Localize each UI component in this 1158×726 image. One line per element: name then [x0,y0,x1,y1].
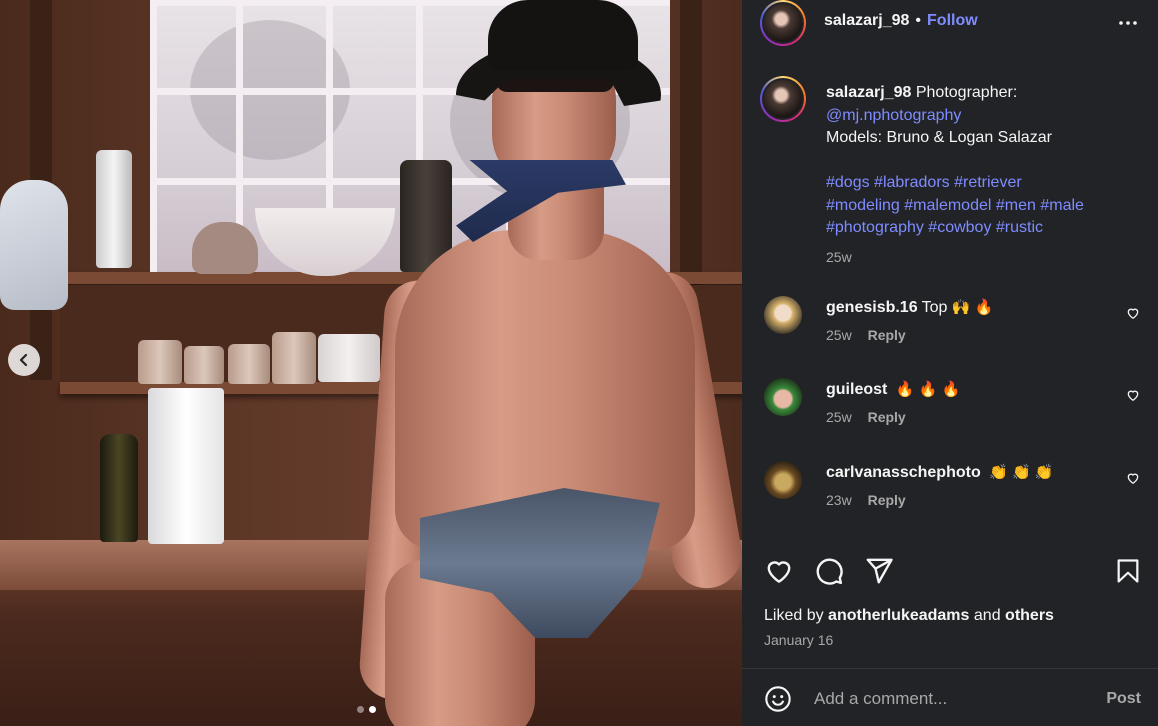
caption-hashtags[interactable]: #photography #cowboy #rustic [826,217,1142,240]
comment-like-button[interactable] [1126,306,1140,325]
liked-by-and: and [973,607,1001,624]
comment-like-button[interactable] [1126,388,1140,407]
post-comment-button[interactable]: Post [1106,690,1141,708]
reply-button[interactable]: Reply [868,492,906,508]
more-horizontal-icon [1119,21,1137,25]
reply-button[interactable]: Reply [868,409,906,425]
photo-paper-towel [148,388,224,544]
caption-models: Models: Bruno & Logan Salazar [826,129,1052,146]
carousel-prev-button[interactable] [8,344,40,376]
comment-emoji: 🔥 🔥 🔥 [895,381,961,398]
post-header: salazarj_98 • Follow [824,12,978,30]
caption-mention-link[interactable]: @mj.nphotography [826,107,961,124]
carousel-dot-active [369,706,376,713]
emoji-button[interactable] [764,685,792,718]
comment-button[interactable] [814,556,844,591]
like-button[interactable] [764,556,794,591]
photo-oven-mitt [0,180,68,310]
chevron-left-icon [19,353,28,367]
post-caption: salazarj_98 Photographer: @mj.nphotograp… [826,82,1142,268]
comment-age: 25w [826,409,852,425]
comment-input[interactable] [814,687,1094,711]
author-avatar[interactable] [760,0,806,46]
send-icon [866,558,893,584]
photo-kettle [192,222,258,274]
post-action-bar [742,552,1158,592]
caption-avatar[interactable] [760,76,806,122]
liked-by-user[interactable]: anotherlukeadams [828,607,969,624]
add-comment-bar: Post [742,669,1158,726]
caption-age: 25w [826,248,852,265]
caption-hashtags[interactable]: #modeling #malemodel #men #male [826,195,1142,218]
commenter-username[interactable]: guileost [826,381,887,398]
photo-jar [138,340,182,384]
more-options-button[interactable] [1118,13,1138,38]
comment-icon [816,558,843,585]
post-date[interactable]: January 16 [764,632,833,648]
save-button[interactable] [1114,556,1142,591]
liked-by-prefix: Liked by [764,607,824,624]
caption-text: Photographer: [915,84,1018,101]
post-photo[interactable] [0,0,742,726]
heart-icon [1127,308,1139,320]
comment-text: Top [921,299,948,316]
post-side-panel: salazarj_98 • Follow salazarj_98 Photogr… [742,0,1158,726]
liked-by-others[interactable]: others [1005,607,1054,624]
emoji-icon [765,686,791,712]
bookmark-icon [1117,559,1139,583]
photo-jar [184,346,224,384]
commenter-username[interactable]: carlvanasschephoto [826,464,981,481]
header-separator: • [915,12,922,29]
photo-cowboy-hat-crown [488,0,638,70]
photo-oil-bottle [100,434,138,542]
reply-button[interactable]: Reply [868,327,906,343]
photo-jar [228,344,270,384]
commenter-avatar[interactable] [764,378,802,416]
comment-emoji: 🙌 🔥 [951,299,994,316]
heart-icon [1127,473,1139,485]
comment-age: 23w [826,492,852,508]
caption-hashtags[interactable]: #dogs #labradors #retriever [826,172,1142,195]
commenter-username[interactable]: genesisb.16 [826,299,918,316]
carousel-dot [357,706,364,713]
commenter-avatar[interactable] [764,461,802,499]
comment-like-button[interactable] [1126,471,1140,490]
comment-emoji: 👏 👏 👏 [989,464,1054,481]
commenter-avatar[interactable] [764,296,802,334]
carousel-indicator [357,706,376,713]
photo-bottle [96,150,132,268]
photo-jar [272,332,316,384]
heart-icon [767,561,791,583]
heart-icon [1127,390,1139,402]
author-username[interactable]: salazarj_98 [824,12,909,30]
follow-button[interactable]: Follow [927,12,978,30]
photo-bowl-stack [318,334,380,382]
caption-username[interactable]: salazarj_98 [826,84,911,101]
liked-by-summary: Liked by anotherlukeadams and others [764,607,1054,625]
share-button[interactable] [864,556,894,591]
comment-age: 25w [826,327,852,343]
